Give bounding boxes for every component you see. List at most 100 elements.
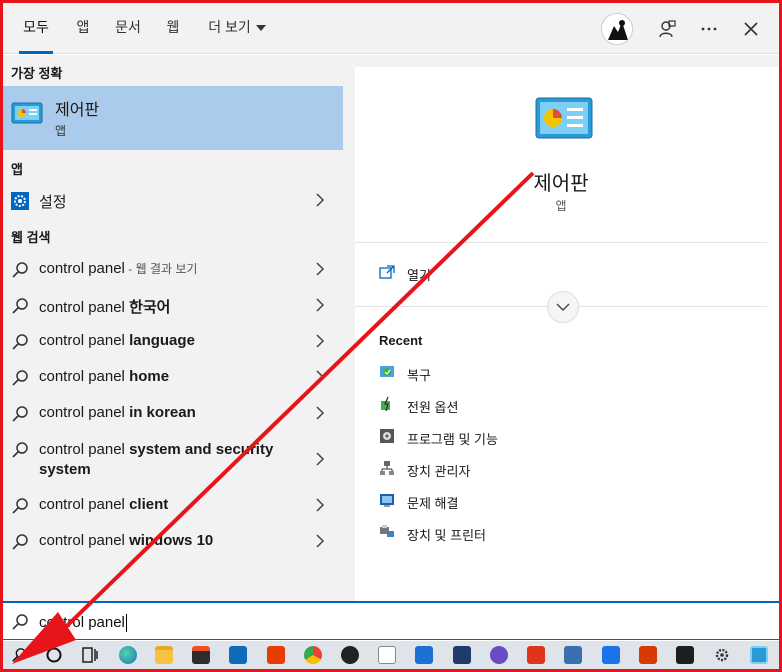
web-result[interactable]: control panel client (3, 487, 343, 523)
app-result-settings[interactable]: 설정 (3, 182, 343, 218)
web-result-query: control panel (39, 332, 130, 349)
office-icon[interactable] (265, 644, 287, 666)
web-result[interactable]: control panel system and security system (3, 431, 343, 487)
avatar (601, 13, 633, 45)
app-shield-icon[interactable] (451, 644, 473, 666)
search-box[interactable]: control panel (3, 601, 779, 640)
chevron-right-icon[interactable] (315, 298, 325, 312)
sticky-app-icon[interactable] (600, 644, 622, 666)
detail-type: 앱 (555, 199, 567, 213)
tab-documents[interactable]: 문서 (109, 3, 147, 54)
taskbar-search-icon[interactable] (8, 644, 30, 666)
web-result-query: control panel (39, 496, 130, 513)
settings-icon[interactable] (711, 644, 733, 666)
best-match-heading: 가장 정확 (11, 66, 63, 81)
search-icon (12, 614, 28, 630)
recovery-icon (380, 366, 394, 377)
divider (355, 242, 767, 243)
app-red-icon[interactable] (525, 644, 547, 666)
control-panel-icon (535, 97, 593, 139)
search-input-value: control panel (39, 614, 125, 631)
app-result-label: 설정 (39, 194, 67, 211)
search-input[interactable]: control panel (39, 614, 127, 633)
web-result[interactable]: control panel windows 10 (3, 523, 343, 559)
open-label: 열기 (407, 268, 431, 283)
power-options-icon (381, 396, 390, 412)
chrome-icon[interactable] (302, 644, 324, 666)
web-result-query: control panel (39, 260, 125, 277)
web-result[interactable]: control panel - 웹 결과 보기 (3, 251, 343, 287)
notepad-icon[interactable] (376, 644, 398, 666)
search-icon (12, 370, 28, 386)
chevron-right-icon[interactable] (315, 406, 325, 420)
tab-apps[interactable]: 앱 (69, 3, 97, 54)
app-globe-icon[interactable] (488, 644, 510, 666)
search-icon (12, 498, 28, 514)
detail-title: 제어판 (533, 173, 589, 195)
search-icon (12, 442, 28, 458)
mail-icon[interactable] (227, 644, 249, 666)
web-result-query: control panel (39, 299, 130, 316)
obs-icon[interactable] (339, 644, 361, 666)
programs-features-icon (380, 429, 394, 443)
best-match-result[interactable]: 제어판 앱 (3, 86, 343, 150)
web-result[interactable]: control panel home (3, 359, 343, 395)
recent-item-label: 장치 및 프린터 (407, 528, 486, 543)
web-result-query: control panel (39, 441, 130, 458)
recent-item-label: 프로그램 및 기능 (407, 432, 498, 447)
web-result[interactable]: control panel in korean (3, 395, 343, 431)
expand-button[interactable] (547, 291, 579, 323)
tab-web[interactable]: 웹 (159, 3, 187, 54)
search-icon (12, 334, 28, 350)
web-result[interactable]: control panel language (3, 323, 343, 359)
search-tab-bar: 모두 앱 문서 웹 더 보기 (3, 3, 779, 54)
cortana-icon[interactable] (43, 644, 65, 666)
detail-pane: 제어판 앱 열기 Recent 복구 전원 옵션 프로그램 및 기능 장치 관리… (343, 55, 779, 601)
chevron-right-icon[interactable] (315, 498, 325, 512)
search-icon (12, 298, 28, 314)
troubleshoot-icon (380, 494, 394, 507)
recent-heading: Recent (379, 333, 423, 348)
more-options-icon[interactable] (693, 13, 725, 45)
results-pane: 가장 정확 제어판 앱 앱 설정 웹 검색 control panel - 웹 … (3, 55, 343, 601)
edge-browser-icon[interactable] (117, 644, 139, 666)
text-cursor (125, 614, 127, 633)
web-result-bold: language (129, 332, 195, 349)
task-view-icon[interactable] (79, 644, 101, 666)
search-icon (12, 262, 28, 278)
chevron-right-icon[interactable] (315, 262, 325, 276)
search-icon (12, 406, 28, 422)
file-explorer-icon[interactable] (153, 644, 175, 666)
caret-down-icon (255, 25, 266, 32)
chevron-right-icon[interactable] (315, 534, 325, 548)
web-result[interactable]: control panel 한국어 (3, 287, 343, 323)
app-blue-icon[interactable] (413, 644, 435, 666)
chevron-right-icon[interactable] (315, 193, 325, 207)
tab-more[interactable]: 더 보기 (199, 3, 275, 54)
control-panel-taskbar-icon[interactable] (748, 644, 770, 666)
web-result-query: control panel (39, 532, 130, 549)
feedback-icon[interactable] (651, 13, 683, 45)
web-result-bold: client (129, 496, 169, 513)
account-avatar[interactable] (601, 13, 633, 45)
hangul-icon[interactable] (562, 644, 584, 666)
tab-all[interactable]: 모두 (13, 3, 59, 54)
close-icon[interactable] (735, 13, 767, 45)
open-icon (379, 265, 395, 279)
chevron-right-icon[interactable] (315, 452, 325, 466)
web-result-bold: system and security (129, 441, 274, 458)
web-result-bold-line2: system (39, 461, 91, 478)
office-2-icon[interactable] (637, 644, 659, 666)
devices-printers-icon (380, 525, 394, 537)
tab-more-label: 더 보기 (208, 19, 251, 35)
recent-item-label: 장치 관리자 (407, 464, 471, 479)
chevron-right-icon[interactable] (315, 334, 325, 348)
web-result-bold: in korean (129, 404, 196, 421)
chevron-down-icon (556, 303, 570, 311)
store-icon[interactable] (190, 644, 212, 666)
control-panel-icon (11, 102, 43, 124)
best-match-type: 앱 (55, 124, 67, 138)
chevron-right-icon[interactable] (315, 370, 325, 384)
terminal-icon[interactable] (674, 644, 696, 666)
settings-gear-icon (11, 192, 29, 210)
